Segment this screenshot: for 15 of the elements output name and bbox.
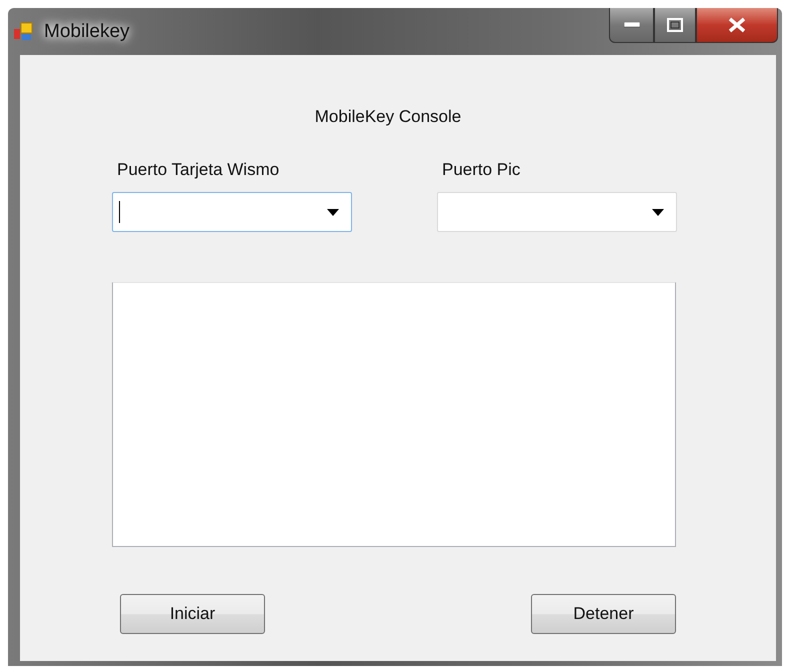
action-button[interactable]: Iniciar [120,594,265,634]
minimize-icon [624,22,640,28]
console-heading: MobileKey Console [314,107,462,127]
close-button[interactable] [696,8,778,43]
app-icon [12,20,34,42]
port-label: Puerto Pic [442,160,520,180]
close-icon [728,17,746,33]
dropdown-arrow-icon [327,208,339,216]
window-title: Mobilekey [44,20,130,42]
port-label: Puerto Tarjeta Wismo [117,160,280,180]
minimize-button[interactable] [609,8,654,43]
maximize-icon [667,18,683,32]
maximize-button[interactable] [654,8,696,43]
dropdown-arrow-icon [652,208,664,216]
action-button[interactable]: Detener [531,594,676,634]
